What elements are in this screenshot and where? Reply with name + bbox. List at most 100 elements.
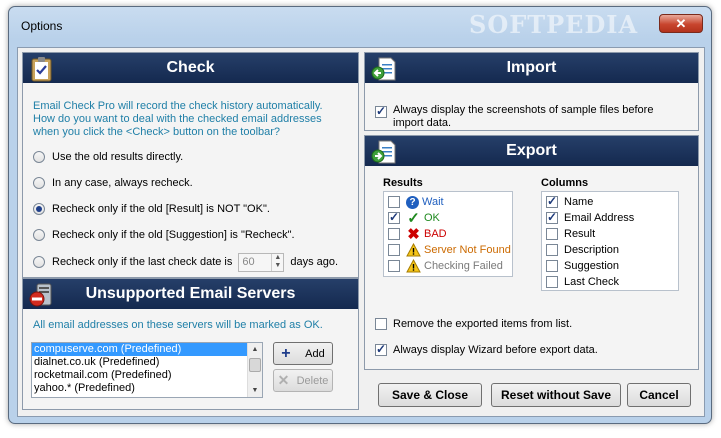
checkbox[interactable]: [546, 244, 558, 256]
checkbox[interactable]: [388, 244, 400, 256]
column-label: Email Address: [564, 212, 635, 224]
column-option-last-check[interactable]: Last Check: [546, 275, 619, 289]
column-label: Suggestion: [564, 260, 620, 272]
check-description-line: How do you want to deal with the checked…: [33, 113, 322, 125]
check-description-line: when you click the <Check> button on the…: [33, 126, 281, 138]
result-filter-ok[interactable]: ✓ OK: [388, 210, 440, 227]
checkbox[interactable]: [388, 196, 400, 208]
radio-label: In any case, always recheck.: [52, 177, 193, 189]
checkbox[interactable]: [388, 260, 400, 272]
remove-exported-option[interactable]: Remove the exported items from list.: [375, 317, 572, 331]
result-filter-checking-failed[interactable]: Checking Failed: [388, 258, 503, 274]
check-description: Email Check Pro will record the check hi…: [33, 100, 323, 139]
column-option-description[interactable]: Description: [546, 243, 619, 257]
columns-group-title: Columns: [541, 177, 589, 189]
checkbox[interactable]: [546, 228, 558, 240]
plus-icon: +: [281, 344, 291, 362]
import-screenshots-option[interactable]: Always display the screenshots of sample…: [375, 104, 653, 132]
checkbox[interactable]: [375, 104, 387, 118]
wizard-before-export-label: Always display Wizard before export data…: [393, 344, 598, 356]
days-suffix: days ago.: [290, 256, 339, 268]
close-button[interactable]: ✕: [659, 14, 703, 33]
radio-recheck-last-date[interactable]: Recheck only if the last check date is 6…: [33, 252, 339, 272]
radio-button[interactable]: [33, 177, 45, 189]
server-list-item[interactable]: compuserve.com (Predefined): [32, 343, 262, 356]
checkbox[interactable]: [546, 210, 558, 224]
radio-recheck-not-ok[interactable]: Recheck only if the old [Result] is NOT …: [33, 202, 270, 216]
wizard-before-export-option[interactable]: Always display Wizard before export data…: [375, 342, 598, 357]
check-title: Check: [166, 59, 215, 76]
cancel-button[interactable]: Cancel: [627, 383, 691, 407]
check-description-line: Email Check Pro will record the check hi…: [33, 100, 323, 112]
scroll-thumb[interactable]: [249, 358, 261, 372]
checkbox[interactable]: [388, 228, 400, 240]
scroll-down-icon[interactable]: ▼: [248, 384, 262, 397]
columns-list[interactable]: Name Email Address Result Description Su…: [541, 191, 679, 291]
unsupported-servers-panel: Unsupported Email Servers All email addr…: [22, 278, 359, 410]
server-forbidden-icon: [29, 283, 52, 307]
result-label: Wait: [422, 196, 444, 208]
stepper-arrows-icon[interactable]: ▲ ▼: [271, 253, 283, 271]
results-group-title: Results: [383, 177, 423, 189]
question-icon: ?: [406, 195, 419, 209]
import-screenshots-line: Always display the screenshots of sample…: [393, 104, 654, 116]
servers-listbox[interactable]: compuserve.com (Predefined) dialnet.co.u…: [31, 342, 263, 398]
delete-server-button[interactable]: ✕ Delete: [273, 369, 333, 392]
delete-label: Delete: [296, 374, 329, 387]
scroll-up-icon[interactable]: ▲: [248, 343, 262, 356]
title-bar: Options SOFTPEDIA ✕: [9, 7, 711, 39]
radio-label: Recheck only if the old [Suggestion] is …: [52, 229, 295, 241]
results-list[interactable]: ? Wait ✓ OK ✖ BAD: [383, 191, 513, 277]
server-list-item[interactable]: rocketmail.com (Predefined): [32, 369, 262, 382]
days-stepper[interactable]: 60 ▲ ▼: [238, 252, 285, 272]
column-label: Last Check: [564, 276, 620, 288]
column-option-suggestion[interactable]: Suggestion: [546, 259, 619, 273]
watermark: SOFTPEDIA: [469, 10, 639, 39]
client-area: Check Email Check Pro will record the ch…: [17, 47, 705, 417]
save-close-button[interactable]: Save & Close: [378, 383, 482, 407]
radio-use-old-results[interactable]: Use the old results directly.: [33, 150, 183, 164]
checkbox[interactable]: [388, 210, 400, 224]
column-label: Name: [564, 196, 594, 208]
import-panel: Import Always display the screenshots of…: [364, 52, 699, 131]
checkbox[interactable]: [546, 276, 558, 288]
column-option-email-address[interactable]: Email Address: [546, 210, 635, 225]
options-window: Options SOFTPEDIA ✕ Check Email Check Pr…: [8, 6, 712, 424]
import-document-icon: [371, 57, 396, 81]
import-screenshots-line: import data.: [393, 117, 452, 129]
radio-always-recheck[interactable]: In any case, always recheck.: [33, 176, 193, 190]
radio-button-selected[interactable]: [33, 203, 45, 215]
checkbox[interactable]: [546, 260, 558, 272]
export-header: Export: [365, 136, 698, 166]
checkbox[interactable]: [546, 194, 558, 208]
export-title: Export: [506, 142, 557, 159]
radio-button[interactable]: [33, 229, 45, 241]
result-filter-wait[interactable]: ? Wait: [388, 194, 444, 210]
import-title: Import: [506, 59, 557, 76]
column-option-name[interactable]: Name: [546, 194, 594, 209]
add-server-button[interactable]: + Add: [273, 342, 333, 365]
radio-button[interactable]: [33, 151, 45, 163]
checkbox[interactable]: [375, 318, 387, 330]
result-filter-bad[interactable]: ✖ BAD: [388, 226, 447, 243]
radio-label: Recheck only if the old [Result] is NOT …: [52, 203, 270, 215]
window-title: Options: [21, 19, 63, 33]
result-filter-server-not-found[interactable]: Server Not Found: [388, 242, 511, 258]
server-list-item[interactable]: yahoo.* (Predefined): [32, 382, 262, 395]
reset-without-save-button[interactable]: Reset without Save: [491, 383, 621, 407]
check-header: Check: [23, 53, 358, 83]
radio-recheck-suggestion[interactable]: Recheck only if the old [Suggestion] is …: [33, 228, 295, 242]
days-value[interactable]: 60: [239, 254, 271, 271]
column-label: Description: [564, 244, 620, 256]
servers-scrollbar[interactable]: ▲ ▼: [247, 343, 262, 397]
column-option-result[interactable]: Result: [546, 227, 595, 241]
unsupported-title: Unsupported Email Servers: [85, 285, 296, 302]
column-label: Result: [564, 228, 596, 240]
warning-icon: [406, 243, 421, 258]
server-list-item[interactable]: dialnet.co.uk (Predefined): [32, 356, 262, 369]
add-label: Add: [305, 347, 325, 360]
radio-button[interactable]: [33, 256, 45, 268]
checkbox[interactable]: [375, 342, 387, 356]
result-label: BAD: [424, 228, 447, 240]
radio-label: Use the old results directly.: [52, 151, 184, 163]
